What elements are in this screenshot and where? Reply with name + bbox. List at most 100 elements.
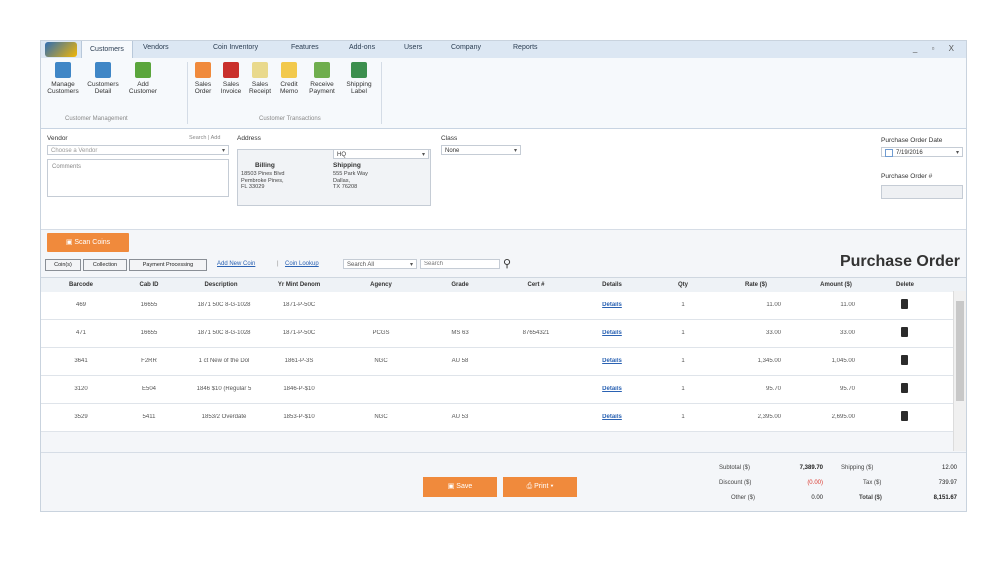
comments-field[interactable]: Comments xyxy=(47,159,229,197)
scrollbar-thumb[interactable] xyxy=(956,301,964,401)
tab-coin-inventory[interactable]: Coin Inventory xyxy=(213,44,258,51)
col-qty[interactable]: Qty xyxy=(663,282,703,288)
table-row[interactable]: 3529 5411 1853/2 Overdate 1853-P-$10 NGC… xyxy=(41,404,953,432)
receive-payment-button[interactable]: Receive Payment xyxy=(305,62,339,95)
trash-icon[interactable] xyxy=(901,299,908,309)
add-customer-button[interactable]: Add Customer xyxy=(125,62,161,95)
cell-grade: MS 63 xyxy=(451,330,469,336)
trash-icon[interactable] xyxy=(901,355,908,365)
col-barcode[interactable]: Barcode xyxy=(61,282,101,288)
cell-barcode: 469 xyxy=(75,302,86,308)
trash-icon[interactable] xyxy=(901,383,908,393)
button-label: Credit Memo xyxy=(279,81,299,95)
cell-rate[interactable]: 2,395.00 xyxy=(731,414,781,420)
cell-rate[interactable]: 95.70 xyxy=(731,386,781,392)
tab-company[interactable]: Company xyxy=(451,44,481,51)
col-yr-mint-denom[interactable]: Yr Mint Denom xyxy=(269,282,329,288)
address-select-value: HQ xyxy=(337,152,346,158)
details-link[interactable]: Details xyxy=(587,414,637,420)
po-date-picker[interactable]: 7/19/2016 ▾ xyxy=(881,147,963,157)
col-description[interactable]: Description xyxy=(191,282,251,288)
table-row[interactable]: 3120 E504 1846 $10 (Regular 5 1846-P-$10… xyxy=(41,376,953,404)
details-link[interactable]: Details xyxy=(587,358,637,364)
tab-users[interactable]: Users xyxy=(404,44,422,51)
col-details[interactable]: Details xyxy=(587,282,637,288)
cell-qty[interactable]: 1 xyxy=(663,386,703,392)
cell-description: 1871 50C 8-G-1028 xyxy=(197,302,251,308)
details-link[interactable]: Details xyxy=(587,330,637,336)
window-controls[interactable]: _ ▫ X xyxy=(913,44,960,53)
sales-invoice-icon xyxy=(223,62,239,78)
other-value[interactable]: 0.00 xyxy=(787,495,823,501)
search-scope-select[interactable]: Search All ▾ xyxy=(343,259,417,269)
customers-detail-icon xyxy=(95,62,111,78)
comments-placeholder: Comments xyxy=(52,164,82,170)
button-label: Add Customer xyxy=(128,81,158,95)
vendor-select[interactable]: Choose a Vendor ▾ xyxy=(47,145,229,155)
cell-rate[interactable]: 1,345.00 xyxy=(731,358,781,364)
sales-receipt-button[interactable]: Sales Receipt xyxy=(247,62,273,95)
manage-customers-button[interactable]: Manage Customers xyxy=(45,62,81,95)
col-delete[interactable]: Delete xyxy=(887,282,923,288)
cell-qty[interactable]: 1 xyxy=(663,302,703,308)
tab-features[interactable]: Features xyxy=(291,44,319,51)
tab-add-ons[interactable]: Add-ons xyxy=(349,44,375,51)
tab-customers[interactable]: Customers xyxy=(81,41,133,58)
print-icon: ⎙ xyxy=(526,483,535,490)
sales-invoice-button[interactable]: Sales Invoice xyxy=(219,62,243,95)
table-scrollbar[interactable] xyxy=(953,291,966,451)
table-row[interactable]: 471 16655 1871 50C 8-G-1028 1871-P-50C P… xyxy=(41,320,953,348)
trash-icon[interactable] xyxy=(901,327,908,337)
credit-memo-button[interactable]: Credit Memo xyxy=(276,62,302,95)
collection-filter-button[interactable]: Collection xyxy=(83,259,127,271)
cell-qty[interactable]: 1 xyxy=(663,414,703,420)
cell-barcode: 3641 xyxy=(74,358,88,364)
col-agency[interactable]: Agency xyxy=(351,282,411,288)
class-select[interactable]: None ▾ xyxy=(441,145,521,155)
search-add-link[interactable]: Search | Add xyxy=(189,135,220,141)
cell-cab-id: 5411 xyxy=(142,414,156,420)
col-cab-id[interactable]: Cab ID xyxy=(129,282,169,288)
shipping-label-button[interactable]: Shipping Label xyxy=(342,62,376,95)
table-header: Barcode Cab ID Description Yr Mint Denom… xyxy=(41,277,966,293)
po-number-label: Purchase Order # xyxy=(881,173,933,180)
class-label: Class xyxy=(441,135,458,142)
col-grade[interactable]: Grade xyxy=(435,282,485,288)
cell-amount: 1,045.00 xyxy=(831,358,855,364)
trash-icon[interactable] xyxy=(901,411,908,421)
tab-reports[interactable]: Reports xyxy=(513,44,538,51)
coins-filter-button[interactable]: Coin(s) xyxy=(45,259,81,271)
table-row[interactable]: 3641 F2RR 1 ct New of the Dol 1861-P-3S … xyxy=(41,348,953,376)
cell-barcode: 471 xyxy=(75,330,86,336)
shipping-cost-value[interactable]: 12.00 xyxy=(921,465,957,471)
add-new-coin-link[interactable]: Add New Coin xyxy=(217,261,255,267)
cell-rate[interactable]: 33.00 xyxy=(731,330,781,336)
table-row[interactable]: 469 16655 1871 50C 8-G-1028 1871-P-50C D… xyxy=(41,292,953,320)
cell-qty[interactable]: 1 xyxy=(663,330,703,336)
col-cert[interactable]: Cert # xyxy=(511,282,561,288)
print-button[interactable]: ⎙ Print ▾ xyxy=(503,477,577,497)
search-icon[interactable]: ⚲ xyxy=(503,257,511,270)
shipping-label: Shipping xyxy=(333,162,361,169)
discount-value[interactable]: (0.00) xyxy=(787,480,823,486)
cell-rate[interactable]: 11.00 xyxy=(731,302,781,308)
details-link[interactable]: Details xyxy=(587,386,637,392)
scan-coins-button[interactable]: ▣ Scan Coins xyxy=(47,233,129,252)
sales-order-button[interactable]: Sales Order xyxy=(191,62,215,95)
search-input[interactable] xyxy=(420,259,500,269)
customers-detail-button[interactable]: Customers Detail xyxy=(85,62,121,95)
save-button[interactable]: ▣ Save xyxy=(423,477,497,497)
col-amount[interactable]: Amount ($) xyxy=(809,282,863,288)
address-select[interactable]: HQ ▾ xyxy=(333,149,429,159)
coin-lookup-link[interactable]: Coin Lookup xyxy=(285,261,319,267)
app-window: Customers Vendors Coin Inventory Feature… xyxy=(40,40,967,512)
cell-qty[interactable]: 1 xyxy=(663,358,703,364)
po-number-field[interactable] xyxy=(881,185,963,199)
button-label: Sales Invoice xyxy=(220,81,242,95)
details-link[interactable]: Details xyxy=(587,302,637,308)
payment-processing-button[interactable]: Payment Processing xyxy=(129,259,207,271)
discount-label: Discount ($) xyxy=(719,480,752,486)
col-rate[interactable]: Rate ($) xyxy=(731,282,781,288)
tab-vendors[interactable]: Vendors xyxy=(143,44,169,51)
sales-order-icon xyxy=(195,62,211,78)
